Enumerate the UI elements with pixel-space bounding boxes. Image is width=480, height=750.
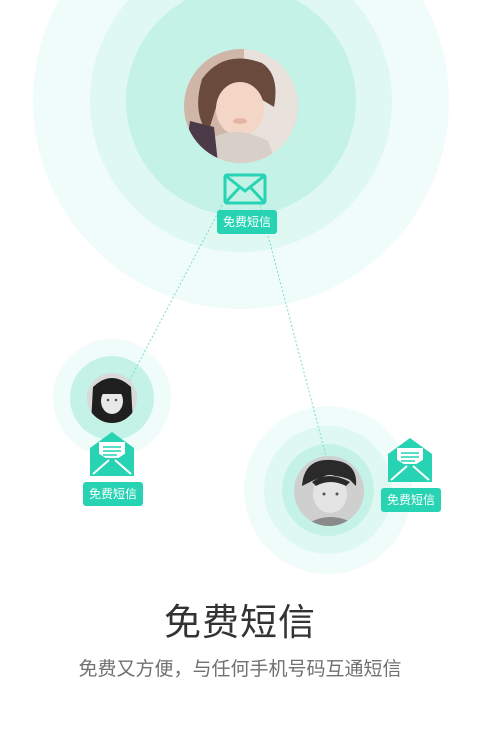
envelope-closed-icon <box>223 173 267 205</box>
woman-smiling-avatar[interactable] <box>184 49 298 163</box>
envelope-open-message-icon-right <box>388 438 432 482</box>
free-sms-badge-right: 免费短信 <box>381 488 442 512</box>
free-sms-badge-top: 免费短信 <box>217 210 278 234</box>
man-grayscale-avatar[interactable] <box>294 456 364 526</box>
woman-grayscale-avatar[interactable] <box>87 373 137 423</box>
connector-line-left <box>126 204 223 386</box>
envelope-open-message-icon-left <box>90 432 134 476</box>
page-title: 免费短信 <box>164 601 316 644</box>
page-subtitle: 免费又方便，与任何手机号码互通短信 <box>78 658 402 680</box>
connector-line-right <box>259 204 327 457</box>
free-sms-badge-left: 免费短信 <box>83 482 144 506</box>
